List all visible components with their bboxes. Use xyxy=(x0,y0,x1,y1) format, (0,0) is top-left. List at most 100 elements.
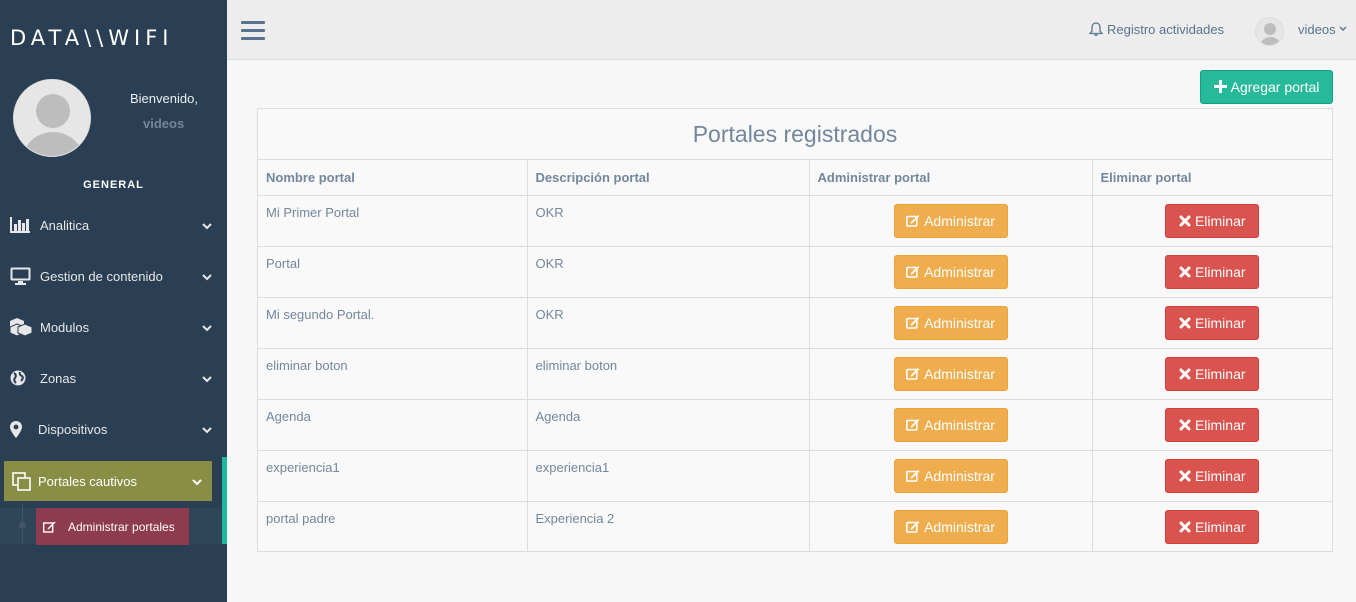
eliminar-button[interactable]: Eliminar xyxy=(1165,305,1260,340)
submenu-item-label: Administrar portales xyxy=(68,519,175,534)
column-header-delete: Eliminar portal xyxy=(1092,160,1332,196)
chevron-down-icon xyxy=(192,269,222,284)
administrar-label: Administrar xyxy=(924,365,995,382)
portal-name: Mi Primer Portal xyxy=(266,204,360,220)
portal-name-cell: experiencia1 xyxy=(258,450,528,502)
portal-name: experiencia1 xyxy=(266,459,340,475)
delete-cell: Eliminar xyxy=(1092,348,1332,400)
eliminar-button[interactable]: Eliminar xyxy=(1165,254,1260,289)
page-title: Portales registrados xyxy=(258,109,1332,160)
eliminar-label: Eliminar xyxy=(1194,365,1246,382)
activity-log-label: Registro actividades xyxy=(1107,22,1225,37)
portals-table: Nombre portal Descripción portal Adminis… xyxy=(258,160,1332,552)
sidebar-item-modulos[interactable]: Modulos xyxy=(0,307,222,347)
table-row: Agenda Agenda Administrar Eliminar xyxy=(258,399,1332,451)
eliminar-button[interactable]: Eliminar xyxy=(1165,356,1260,391)
column-header-admin: Administrar portal xyxy=(809,160,1093,196)
administrar-button[interactable]: Administrar xyxy=(893,458,1008,493)
submenu-item-administrar-portales[interactable]: Administrar portales xyxy=(36,508,189,545)
sidebar-item-label: Portales cautivos xyxy=(38,473,137,489)
portal-description: OKR xyxy=(535,204,564,220)
portal-description-cell: Agenda xyxy=(527,399,810,451)
sidebar-item-dispositivos[interactable]: Dispositivos xyxy=(0,409,222,449)
eliminar-label: Eliminar xyxy=(1194,212,1246,229)
delete-cell: Eliminar xyxy=(1092,399,1332,451)
table-row: portal padre Experiencia 2 Administrar E… xyxy=(258,501,1332,552)
eliminar-label: Eliminar xyxy=(1194,314,1246,331)
portal-name: Mi segundo Portal. xyxy=(266,306,375,322)
close-icon xyxy=(1179,266,1191,278)
profile-avatar xyxy=(13,79,91,157)
sidebar-item-zonas[interactable]: Zonas xyxy=(0,358,222,398)
eliminar-label: Eliminar xyxy=(1194,416,1246,433)
eliminar-button[interactable]: Eliminar xyxy=(1165,509,1260,544)
active-indicator xyxy=(222,457,227,544)
eliminar-label: Eliminar xyxy=(1194,467,1246,484)
admin-cell: Administrar xyxy=(809,399,1093,451)
portal-name-cell: Mi segundo Portal. xyxy=(258,297,528,349)
add-portal-button[interactable]: Agregar portal xyxy=(1200,70,1333,104)
sidebar-item-portales-cautivos[interactable]: Portales cautivos xyxy=(4,461,212,501)
close-icon xyxy=(1179,215,1191,227)
administrar-button[interactable]: Administrar xyxy=(893,407,1008,442)
sidebar-item-label: Zonas xyxy=(40,370,77,386)
administrar-button[interactable]: Administrar xyxy=(893,305,1008,340)
admin-cell: Administrar xyxy=(809,246,1093,298)
admin-cell: Administrar xyxy=(809,195,1093,247)
menu-toggle-icon[interactable] xyxy=(241,21,265,40)
sidebar-item-analitica[interactable]: Analitica xyxy=(0,205,222,245)
portal-description: OKR xyxy=(535,306,564,322)
delete-cell: Eliminar xyxy=(1092,195,1332,247)
admin-cell: Administrar xyxy=(809,450,1093,502)
submenu-bullet xyxy=(19,522,26,529)
menu-section-title: GENERAL xyxy=(83,179,144,191)
eliminar-button[interactable]: Eliminar xyxy=(1165,203,1260,238)
portal-name-cell: Agenda xyxy=(258,399,528,451)
close-icon xyxy=(1179,521,1191,533)
administrar-label: Administrar xyxy=(924,212,995,229)
portals-panel: Portales registrados Nombre portal Descr… xyxy=(257,108,1333,552)
portal-description: Experiencia 2 xyxy=(535,510,615,526)
chevron-down-icon xyxy=(182,474,212,489)
user-menu-dropdown[interactable]: videos xyxy=(1298,22,1347,37)
plus-icon xyxy=(1213,78,1227,96)
administrar-button[interactable]: Administrar xyxy=(893,356,1008,391)
bell-icon xyxy=(1089,22,1103,37)
eliminar-button[interactable]: Eliminar xyxy=(1165,407,1260,442)
portal-name: eliminar boton xyxy=(266,357,348,373)
table-header-row: Nombre portal Descripción portal Adminis… xyxy=(258,160,1332,196)
activity-log-link[interactable]: Registro actividades xyxy=(1089,22,1224,37)
portal-name-cell: Mi Primer Portal xyxy=(258,195,528,247)
brand-logo[interactable]: DATA\\WIFI xyxy=(10,26,173,50)
close-icon xyxy=(1179,419,1191,431)
portal-name-cell: eliminar boton xyxy=(258,348,528,400)
admin-cell: Administrar xyxy=(809,348,1093,400)
eliminar-button[interactable]: Eliminar xyxy=(1165,458,1260,493)
portal-description-cell: OKR xyxy=(527,297,810,349)
sidebar-item-gestion-contenido[interactable]: Gestion de contenido xyxy=(0,256,222,296)
globe-icon xyxy=(10,370,40,386)
admin-cell: Administrar xyxy=(809,501,1093,552)
sidebar-item-label: Gestion de contenido xyxy=(40,268,163,284)
desktop-icon xyxy=(10,267,40,285)
cubes-icon xyxy=(10,318,40,336)
administrar-button[interactable]: Administrar xyxy=(893,254,1008,289)
portal-description-cell: OKR xyxy=(527,246,810,298)
welcome-text: Bienvenido, xyxy=(130,91,198,106)
table-row: Mi segundo Portal. OKR Administrar Elimi… xyxy=(258,297,1332,349)
edit-icon xyxy=(906,418,920,431)
administrar-button[interactable]: Administrar xyxy=(893,203,1008,238)
chevron-down-icon xyxy=(192,422,222,437)
administrar-label: Administrar xyxy=(924,416,995,433)
portal-description-cell: OKR xyxy=(527,195,810,247)
portal-description-cell: experiencia1 xyxy=(527,450,810,502)
close-icon xyxy=(1179,470,1191,482)
edit-icon xyxy=(906,214,920,227)
admin-cell: Administrar xyxy=(809,297,1093,349)
user-avatar[interactable] xyxy=(1255,17,1284,46)
administrar-button[interactable]: Administrar xyxy=(893,509,1008,544)
portal-name-cell: portal padre xyxy=(258,501,528,552)
administrar-label: Administrar xyxy=(924,518,995,535)
delete-cell: Eliminar xyxy=(1092,246,1332,298)
portal-description: Agenda xyxy=(535,408,581,424)
